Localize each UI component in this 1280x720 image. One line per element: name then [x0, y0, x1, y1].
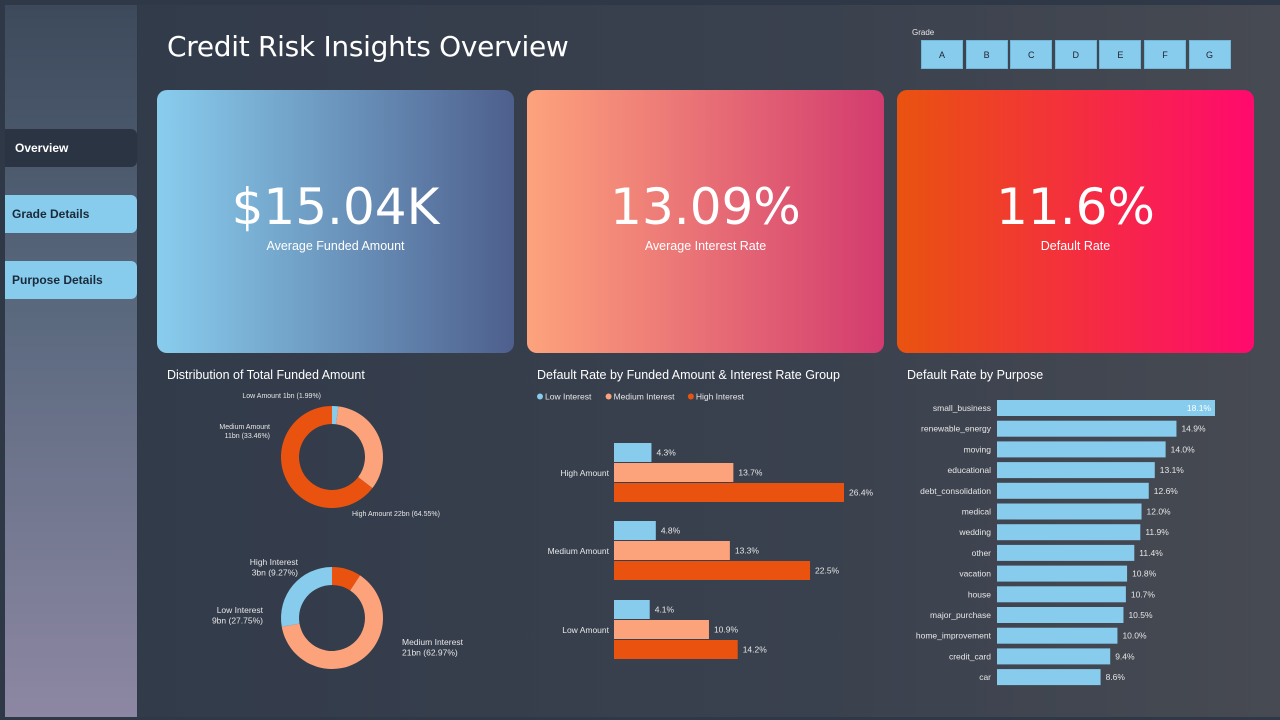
nav-purpose-details[interactable]: Purpose Details	[5, 261, 137, 299]
kpi-label: Average Funded Amount	[266, 238, 405, 253]
funded-distribution-title: Distribution of Total Funded Amount	[167, 368, 365, 382]
nav-grade-details[interactable]: Grade Details	[5, 195, 137, 233]
grade-option-b[interactable]: B	[965, 40, 1008, 69]
sidebar: Overview Grade Details Purpose Details	[5, 5, 137, 717]
grade-filter-label: Grade	[912, 28, 935, 37]
grouped-default-title: Default Rate by Funded Amount & Interest…	[537, 368, 840, 382]
grade-option-g[interactable]: G	[1188, 40, 1231, 69]
page-title: Credit Risk Insights Overview	[167, 30, 569, 63]
grade-option-d[interactable]: D	[1054, 40, 1097, 69]
kpi-value: $15.04K	[231, 177, 440, 236]
grade-filter: A B C D E F G	[921, 40, 1233, 69]
grade-option-e[interactable]: E	[1099, 40, 1142, 69]
kpi-value: 13.09%	[610, 177, 801, 236]
kpi-card-funded-amount: $15.04K Average Funded Amount	[157, 90, 514, 353]
kpi-value: 11.6%	[996, 177, 1155, 236]
nav-overview[interactable]: Overview	[5, 129, 137, 167]
kpi-label: Default Rate	[1040, 238, 1111, 253]
kpi-label: Average Interest Rate	[644, 238, 767, 253]
grade-option-f[interactable]: F	[1143, 40, 1186, 69]
purpose-default-title: Default Rate by Purpose	[907, 368, 1044, 382]
grade-option-a[interactable]: A	[921, 40, 963, 69]
kpi-card-default-rate: 11.6% Default Rate	[897, 90, 1254, 353]
kpi-card-interest-rate: 13.09% Average Interest Rate	[527, 90, 884, 353]
grade-option-c[interactable]: C	[1010, 40, 1053, 69]
